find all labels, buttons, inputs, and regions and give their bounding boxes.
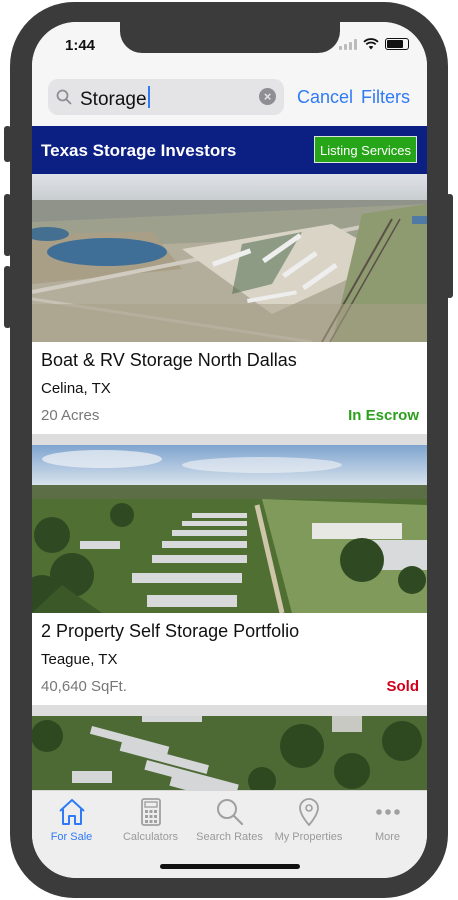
side-button-power [446,194,453,298]
search-bar: Storage × Cancel Filters [32,68,427,126]
listing-card[interactable]: Boat & RV Storage North Dallas Celina, T… [32,342,427,434]
tab-my-properties[interactable]: My Properties [269,797,348,843]
home-indicator[interactable] [160,864,300,869]
listing-divider [32,434,427,445]
notch [120,22,340,53]
listing-card[interactable]: 2 Property Self Storage Portfolio Teague… [32,613,427,705]
side-button-volume-up [4,194,11,256]
listing-photo[interactable] [32,174,427,342]
filters-button[interactable]: Filters [361,87,410,108]
tab-more[interactable]: More [348,797,427,843]
listing-photo[interactable] [32,716,427,790]
listing-title: 2 Property Self Storage Portfolio [41,621,300,641]
tab-label: My Properties [274,831,343,843]
house-icon [58,799,85,825]
side-button-volume-down [4,266,11,328]
listing-status: In Escrow [348,407,419,424]
clear-search-icon[interactable]: × [259,88,276,105]
tab-label: Search Rates [196,831,263,843]
banner-title: Texas Storage Investors [41,141,237,160]
tab-search-rates[interactable]: Search Rates [190,797,269,843]
cancel-button[interactable]: Cancel [297,87,353,108]
magnifier-icon [216,799,243,826]
screen: 1:44 Storage × Cancel Filters Texas Stor… [32,22,427,878]
wifi-icon [363,38,379,50]
status-icons [339,38,409,50]
battery-icon [385,38,409,50]
side-button-mute [4,126,11,162]
location-pin-icon [298,798,319,827]
more-dots-icon [375,809,400,815]
calculator-icon [140,798,161,826]
listing-divider [32,705,427,716]
text-caret [147,86,150,108]
listing-photo[interactable] [32,445,427,613]
search-input[interactable]: Storage × [48,79,284,115]
tab-calculators[interactable]: Calculators [111,797,190,843]
listing-status: Sold [386,678,420,695]
tab-for-sale[interactable]: For Sale [32,797,111,843]
cellular-signal-icon [339,38,357,50]
tab-label: For Sale [50,831,93,843]
company-banner: Texas Storage Investors Listing Services [32,126,427,174]
tab-label: More [374,831,401,843]
search-icon [56,89,72,105]
status-time: 1:44 [65,37,96,54]
tab-label: Calculators [122,831,179,843]
listing-title: Boat & RV Storage North Dallas [41,350,297,370]
listing-size: 20 Acres [41,407,100,424]
search-query: Storage [80,89,147,110]
listing-services-button[interactable]: Listing Services [314,136,417,163]
listing-location: Celina, TX [41,380,111,397]
listing-size: 40,640 SqFt. [41,678,127,695]
listing-location: Teague, TX [41,651,118,668]
